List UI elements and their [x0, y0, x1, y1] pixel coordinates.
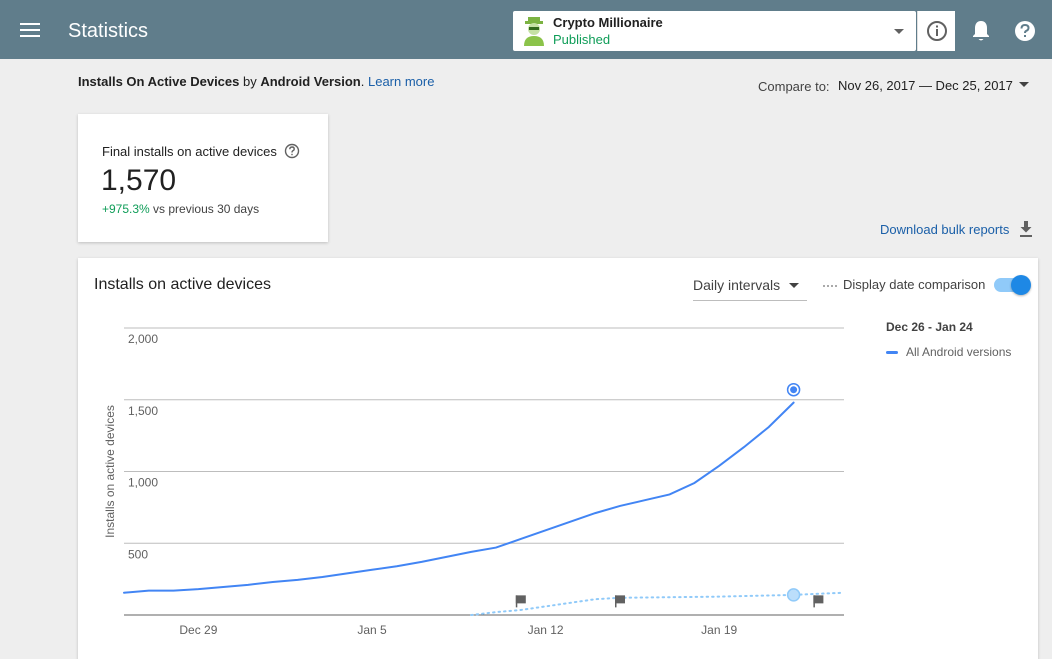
- app-avatar-icon: [524, 17, 544, 46]
- top-bar: Statistics Crypto Millionaire Published: [0, 0, 1052, 59]
- page-title: Statistics: [68, 20, 149, 42]
- compare-label: Compare to:: [758, 79, 830, 94]
- toggle-knob: [1011, 275, 1031, 295]
- comparison-end-point[interactable]: [786, 588, 801, 602]
- legend-swatch: [886, 351, 898, 355]
- kpi-change-text: vs previous 30 days: [149, 202, 260, 216]
- legend-item-all-android[interactable]: All Android versions: [886, 345, 1011, 359]
- report-dimension: Android Version: [260, 74, 361, 89]
- compare-range-select[interactable]: Nov 26, 2017 — Dec 25, 2017: [838, 78, 1013, 93]
- compare-chevron-down-icon[interactable]: [1019, 82, 1029, 87]
- help-icon[interactable]: [1014, 20, 1036, 42]
- kpi-change: +975.3% vs previous 30 days: [102, 202, 259, 216]
- menu-icon[interactable]: [20, 22, 40, 38]
- info-icon: [927, 21, 947, 41]
- bell-icon[interactable]: [971, 20, 991, 42]
- kpi-value: 1,570: [101, 164, 177, 197]
- chevron-down-icon: [894, 29, 904, 34]
- y-tick-label: 2,000: [128, 332, 158, 346]
- chart-card: Installs on active devices Daily interva…: [78, 258, 1038, 659]
- app-selector[interactable]: Crypto Millionaire Published: [513, 11, 916, 51]
- app-name: Crypto Millionaire: [553, 15, 663, 30]
- x-tick-label: Jan 19: [701, 623, 737, 637]
- annotation-flag-icon[interactable]: [615, 595, 625, 608]
- report-dot: .: [360, 74, 368, 89]
- legend-range: Dec 26 - Jan 24: [886, 320, 973, 334]
- download-bulk-reports-link[interactable]: Download bulk reports: [880, 222, 1009, 237]
- info-button[interactable]: [917, 11, 955, 51]
- kpi-change-pct: +975.3%: [102, 202, 150, 216]
- kpi-card: Final installs on active devices 1,570 +…: [78, 114, 328, 242]
- help-outline-icon[interactable]: [284, 143, 300, 159]
- y-tick-label: 500: [128, 547, 148, 561]
- x-tick-label: Dec 29: [179, 623, 217, 637]
- primary-end-point-dot: [790, 386, 798, 394]
- y-tick-label: 1,500: [128, 404, 158, 418]
- app-status: Published: [553, 32, 611, 47]
- learn-more-link[interactable]: Learn more: [368, 74, 434, 89]
- annotation-flag-icon[interactable]: [813, 595, 824, 608]
- annotation-flag-icon[interactable]: [515, 595, 526, 608]
- date-comparison-text: Display date comparison: [843, 277, 986, 292]
- x-tick-label: Jan 12: [528, 623, 564, 637]
- report-by: by: [239, 74, 261, 89]
- installs-line-chart: 500 1,000 1,500 2,000 Dec 29 Jan 5 Jan 12 Jan 1…: [103, 327, 845, 637]
- x-tick-label: Jan 5: [357, 623, 387, 637]
- download-icon[interactable]: [1018, 220, 1034, 238]
- primary-series-line: [123, 401, 795, 594]
- report-metric: Installs On Active Devices: [78, 74, 240, 89]
- legend-label: All Android versions: [906, 345, 1012, 359]
- report-title: Installs On Active Devices by Android Ve…: [78, 74, 434, 89]
- y-axis-title: Installs on active devices: [103, 405, 117, 538]
- kpi-label: Final installs on active devices: [102, 144, 277, 159]
- y-tick-label: 1,000: [128, 476, 158, 490]
- date-comparison-toggle[interactable]: [994, 275, 1031, 295]
